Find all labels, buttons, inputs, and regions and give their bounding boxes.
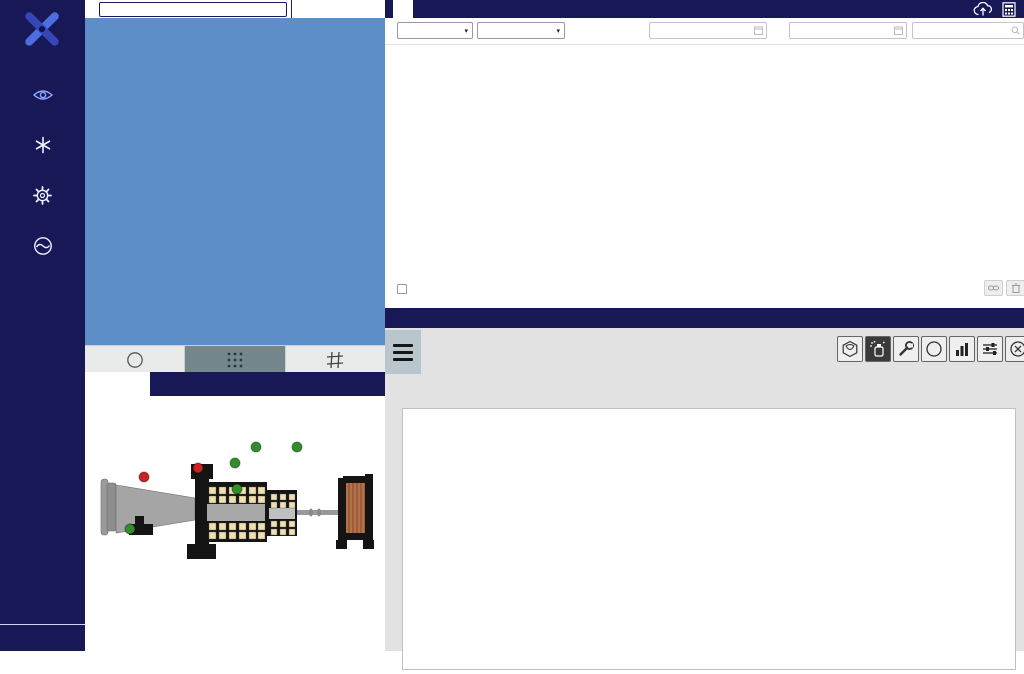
sensor-dot-green[interactable] bbox=[292, 442, 302, 452]
bar-chart-icon bbox=[953, 340, 971, 358]
chart-settings-button[interactable] bbox=[977, 336, 1003, 362]
left-tab-bar bbox=[85, 372, 385, 396]
calendar-icon bbox=[754, 26, 763, 35]
chart-close-button[interactable] bbox=[1005, 336, 1024, 362]
wave-circle-icon bbox=[33, 236, 53, 256]
sensor-dot-green[interactable] bbox=[232, 484, 242, 494]
chart-circle-button[interactable] bbox=[921, 336, 947, 362]
site-select[interactable] bbox=[99, 2, 287, 17]
link-icon bbox=[988, 284, 999, 292]
map-view-grid-button[interactable] bbox=[185, 346, 285, 373]
search-input[interactable] bbox=[912, 22, 1024, 39]
sensor-dot-green[interactable] bbox=[251, 442, 261, 452]
alarm-filter-row: ▾ ▾ bbox=[385, 18, 1024, 45]
spray-icon bbox=[869, 340, 887, 358]
sensor-dot-green[interactable] bbox=[230, 458, 240, 468]
right-tab-bar bbox=[385, 0, 1024, 18]
circle-icon bbox=[925, 340, 943, 358]
chevron-down-icon: ▾ bbox=[556, 27, 560, 35]
wind-farm-map[interactable] bbox=[85, 18, 385, 345]
sensor-dot-red[interactable] bbox=[193, 463, 203, 473]
chart-polygon-button[interactable] bbox=[837, 336, 863, 362]
sidebar-item-system-health[interactable] bbox=[0, 136, 85, 162]
sliders-icon bbox=[981, 340, 999, 358]
sidebar-item-site-configuration[interactable] bbox=[0, 186, 85, 213]
chart-toolbar bbox=[837, 336, 1024, 362]
gear-icon bbox=[33, 186, 52, 205]
sensor-dot-green[interactable] bbox=[125, 524, 135, 534]
tab-maintenance[interactable] bbox=[447, 0, 467, 18]
asterisk-icon bbox=[34, 136, 52, 154]
per-page-select[interactable]: ▾ bbox=[397, 22, 473, 39]
header-divider bbox=[291, 0, 292, 18]
status-select[interactable]: ▾ bbox=[477, 22, 565, 39]
circle-view-icon bbox=[126, 351, 144, 369]
timeseries-chart[interactable] bbox=[403, 409, 1015, 669]
sidebar bbox=[0, 0, 85, 651]
chart-wrench-button[interactable] bbox=[893, 336, 919, 362]
cloud-upload-icon[interactable] bbox=[973, 2, 995, 17]
map-view-toolbar bbox=[85, 345, 385, 374]
sidebar-item-site-thresholds[interactable] bbox=[0, 236, 85, 264]
tab-alarms[interactable] bbox=[393, 0, 413, 18]
tab-reports[interactable] bbox=[535, 0, 555, 18]
delete-button[interactable] bbox=[1006, 280, 1024, 296]
calculator-icon[interactable] bbox=[1002, 2, 1016, 17]
chart-menu-button[interactable] bbox=[385, 330, 421, 374]
link-button[interactable] bbox=[984, 280, 1003, 296]
chart-container bbox=[402, 408, 1016, 670]
auto-refresh-control bbox=[397, 284, 412, 294]
hash-grid-icon bbox=[326, 351, 344, 369]
charts-panel bbox=[385, 328, 1024, 651]
map-header bbox=[85, 0, 385, 19]
trash-icon bbox=[1012, 283, 1020, 293]
tab-measurements[interactable] bbox=[150, 372, 238, 396]
chart-spray-button[interactable] bbox=[865, 336, 891, 362]
wrench-icon bbox=[897, 340, 915, 358]
to-date-input[interactable] bbox=[789, 22, 907, 39]
dots-grid-icon bbox=[224, 350, 246, 370]
tab-kinematics[interactable] bbox=[238, 372, 313, 396]
tab-workspaces[interactable] bbox=[313, 372, 385, 396]
chevron-down-icon: ▾ bbox=[464, 27, 468, 35]
charts-header-bar bbox=[385, 308, 1024, 328]
map-view-circle-button[interactable] bbox=[85, 346, 185, 373]
search-icon bbox=[1011, 26, 1020, 35]
drivetrain-diagram[interactable] bbox=[95, 424, 375, 594]
chart-histogram-button[interactable] bbox=[949, 336, 975, 362]
map-view-hash-button[interactable] bbox=[286, 346, 385, 373]
auto-refresh-checkbox[interactable] bbox=[397, 284, 407, 294]
eye-icon bbox=[32, 88, 54, 102]
hexagon-icon bbox=[841, 340, 859, 358]
sensor-dot-red[interactable] bbox=[139, 472, 149, 482]
calendar-icon bbox=[894, 26, 903, 35]
sidebar-item-site-dashboard[interactable] bbox=[0, 88, 85, 110]
table-mini-buttons bbox=[984, 280, 1024, 296]
cookie-settings-button[interactable] bbox=[0, 624, 85, 633]
drivetrain-panel bbox=[85, 396, 385, 651]
close-icon bbox=[1009, 340, 1024, 358]
from-date-input[interactable] bbox=[649, 22, 767, 39]
fleetmonitor-logo-icon bbox=[14, 6, 70, 52]
tab-drivetrain[interactable] bbox=[85, 372, 150, 396]
